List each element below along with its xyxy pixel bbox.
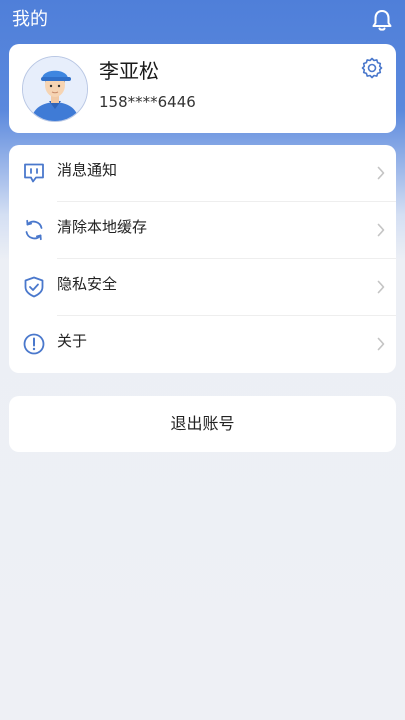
bell-icon[interactable] (371, 8, 393, 32)
chevron-right-icon (377, 223, 385, 237)
menu-item-clear-cache[interactable]: 清除本地缓存 (9, 202, 396, 259)
gear-icon[interactable] (361, 57, 383, 79)
menu-item-about[interactable]: 关于 (9, 316, 396, 373)
profile-card[interactable]: 李亚松 158****6446 (9, 44, 396, 133)
user-phone: 158****6446 (99, 93, 196, 111)
message-icon (24, 163, 44, 183)
menu-item-label: 清除本地缓存 (57, 218, 148, 236)
info-icon (23, 333, 45, 355)
logout-button[interactable]: 退出账号 (9, 396, 396, 452)
shield-icon (24, 276, 44, 298)
avatar[interactable] (22, 56, 88, 122)
chevron-right-icon (377, 337, 385, 351)
header: 我的 (0, 0, 405, 40)
menu-item-privacy[interactable]: 隐私安全 (9, 259, 396, 316)
screen: 我的 李亚松 158****6446 消息通知 清除本地缓存 隐私安全 关于 退… (0, 0, 405, 720)
menu-item-notifications[interactable]: 消息通知 (9, 145, 396, 202)
page-title: 我的 (12, 9, 48, 30)
worker-avatar-icon (23, 57, 87, 121)
menu-item-label: 消息通知 (57, 161, 118, 179)
menu-item-label: 隐私安全 (57, 275, 118, 293)
menu-list: 消息通知 清除本地缓存 隐私安全 关于 (9, 145, 396, 373)
menu-item-label: 关于 (57, 332, 88, 350)
chevron-right-icon (377, 280, 385, 294)
user-name: 李亚松 (99, 59, 159, 83)
refresh-icon (25, 219, 43, 241)
chevron-right-icon (377, 166, 385, 180)
